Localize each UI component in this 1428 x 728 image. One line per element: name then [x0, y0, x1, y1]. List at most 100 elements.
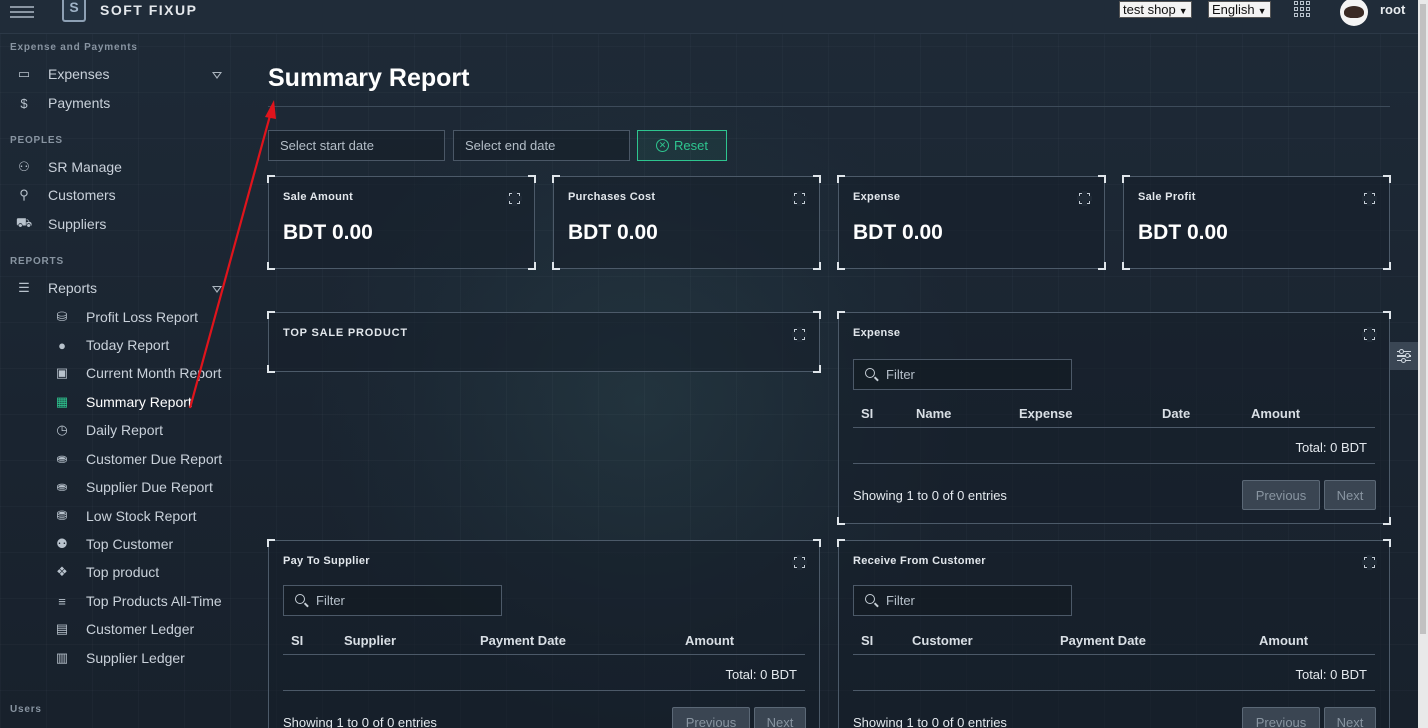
sidebar-item-sr-manage[interactable]: ⚇ SR Manage — [14, 159, 122, 175]
expand-icon[interactable] — [1362, 555, 1377, 570]
sidebar-item-expenses[interactable]: ▭ Expenses — [14, 66, 110, 82]
sidebar-item-label: SR Manage — [48, 159, 122, 175]
sidebar-item-payments[interactable]: $ Payments — [14, 95, 110, 111]
column-header[interactable]: Supplier — [344, 633, 396, 648]
sidebar-item-label: Today Report — [86, 337, 170, 353]
expand-icon[interactable] — [507, 191, 522, 206]
sidebar-item-supplier-ledger[interactable]: ▥ Supplier Ledger — [54, 650, 185, 666]
column-header[interactable]: Payment Date — [480, 633, 566, 648]
next-button[interactable]: Next — [1324, 480, 1376, 510]
username[interactable]: root — [1380, 2, 1405, 17]
sidebar-item-current-month-report[interactable]: ▣ Current Month Report — [54, 365, 222, 381]
sidebar-item-label: Customers — [48, 187, 116, 203]
sidebar-item-label: Payments — [48, 95, 111, 111]
column-header[interactable]: Customer — [912, 633, 973, 648]
card-title: TOP SALE PRODUCT — [283, 327, 408, 339]
sidebar-item-daily-report[interactable]: ◷ Daily Report — [54, 422, 163, 438]
expand-icon[interactable] — [1077, 191, 1092, 206]
settings-sliders-icon[interactable] — [1390, 342, 1418, 370]
column-header[interactable]: Name — [916, 406, 951, 421]
previous-button[interactable]: Previous — [1242, 707, 1320, 728]
scrollbar[interactable] — [1418, 0, 1428, 728]
previous-button[interactable]: Previous — [1242, 480, 1320, 510]
filter-input[interactable]: Filter — [853, 359, 1072, 390]
shop-select[interactable]: test shop ▼ — [1119, 1, 1192, 18]
table-total: Total: 0 BDT — [853, 658, 1375, 691]
stat-label: Sale Profit — [1138, 191, 1196, 203]
column-header[interactable]: Amount — [685, 633, 734, 648]
stat-card-sale-amount: Sale Amount BDT 0.00 — [267, 175, 536, 270]
sidebar-item-label: Supplier Ledger — [86, 650, 185, 666]
sidebar-item-customer-ledger[interactable]: ▤ Customer Ledger — [54, 621, 194, 637]
search-icon — [865, 594, 875, 604]
filter-input[interactable]: Filter — [853, 585, 1072, 616]
sidebar-item-top-customer[interactable]: ⚉ Top Customer — [54, 536, 173, 552]
shop-select-value: test shop — [1123, 2, 1176, 17]
reset-button[interactable]: ✕ Reset — [637, 130, 727, 161]
expand-icon[interactable] — [792, 327, 807, 342]
sidebar-item-supplier-due-report[interactable]: ⛂ Supplier Due Report — [54, 479, 213, 495]
stat-label: Purchases Cost — [568, 191, 656, 203]
expand-icon[interactable] — [1362, 327, 1377, 342]
card-title: Expense — [853, 327, 901, 339]
next-button[interactable]: Next — [754, 707, 806, 728]
expand-icon[interactable] — [792, 555, 807, 570]
column-header[interactable]: Amount — [1251, 406, 1300, 421]
sidebar-item-customer-due-report[interactable]: ⛂ Customer Due Report — [54, 451, 223, 467]
filter-placeholder: Filter — [886, 593, 915, 608]
search-icon — [865, 368, 875, 378]
expand-icon[interactable] — [792, 191, 807, 206]
sidebar: Expense and Payments ▭ Expenses $ Payments… — [0, 34, 240, 728]
stat-value: BDT 0.00 — [1138, 221, 1228, 244]
list-icon: ≡ — [58, 593, 66, 609]
stat-card-sale-profit: Sale Profit BDT 0.00 — [1122, 175, 1391, 270]
sidebar-item-top-product[interactable]: ❖ Top product — [54, 564, 159, 580]
avatar[interactable] — [1340, 0, 1368, 26]
column-header[interactable]: Date — [1162, 406, 1190, 421]
chevron-down-icon: ▼ — [1178, 6, 1188, 16]
chevron-down-icon[interactable] — [212, 286, 222, 293]
sidebar-item-today-report[interactable]: ● Today Report — [54, 337, 169, 353]
start-date-input[interactable]: Select start date — [268, 130, 445, 161]
sidebar-item-suppliers[interactable]: ⛟ Suppliers — [14, 215, 107, 232]
sidebar-item-low-stock-report[interactable]: ⛃ Low Stock Report — [54, 508, 197, 524]
end-date-input[interactable]: Select end date — [453, 130, 630, 161]
title-divider — [268, 106, 1390, 107]
sidebar-item-label: Expenses — [48, 66, 110, 82]
column-header[interactable]: Payment Date — [1060, 633, 1146, 648]
next-button[interactable]: Next — [1324, 707, 1376, 728]
previous-button[interactable]: Previous — [672, 707, 750, 728]
clock-icon: ● — [58, 337, 66, 353]
chevron-down-icon[interactable] — [212, 72, 222, 79]
column-header[interactable]: Amount — [1259, 633, 1308, 648]
coin-stack-icon: ⛁ — [56, 309, 68, 324]
sidebar-item-label: Low Stock Report — [86, 508, 197, 524]
language-select[interactable]: English ▼ — [1208, 1, 1271, 18]
sidebar-item-top-products-all-time[interactable]: ≡ Top Products All-Time — [54, 593, 221, 609]
sidebar-item-label: Top product — [86, 564, 160, 580]
column-header[interactable]: SI — [861, 406, 873, 421]
ledger-icon: ▥ — [55, 650, 69, 665]
truck-icon: ⛟ — [15, 215, 33, 230]
sidebar-item-customers[interactable]: ⚲ Customers — [14, 187, 116, 203]
filter-input[interactable]: Filter — [283, 585, 502, 616]
table-total: Total: 0 BDT — [283, 658, 805, 691]
section-users: Users — [10, 704, 42, 715]
clock-icon: ◷ — [56, 422, 68, 437]
menu-icon[interactable] — [10, 6, 34, 20]
sidebar-item-reports[interactable]: ☰ Reports — [14, 280, 97, 296]
sidebar-item-label: Reports — [48, 280, 98, 296]
column-header[interactable]: SI — [861, 633, 873, 648]
sidebar-item-summary-report[interactable]: ▦ Summary Report — [54, 394, 192, 410]
expand-icon[interactable] — [1362, 191, 1377, 206]
spreadsheet-icon: ▦ — [55, 394, 69, 409]
scrollbar-thumb[interactable] — [1420, 4, 1426, 634]
database-icon: ⛃ — [56, 508, 68, 523]
sidebar-item-profit-loss-report[interactable]: ⛁ Profit Loss Report — [54, 309, 199, 325]
pay-to-supplier-card: Pay To Supplier Filter SI Supplier Payme… — [267, 539, 821, 728]
column-header[interactable]: SI — [291, 633, 303, 648]
card-title: Receive From Customer — [853, 555, 986, 567]
apps-grid-icon[interactable] — [1294, 1, 1310, 17]
table-total: Total: 0 BDT — [853, 431, 1375, 464]
column-header[interactable]: Expense — [1019, 406, 1072, 421]
